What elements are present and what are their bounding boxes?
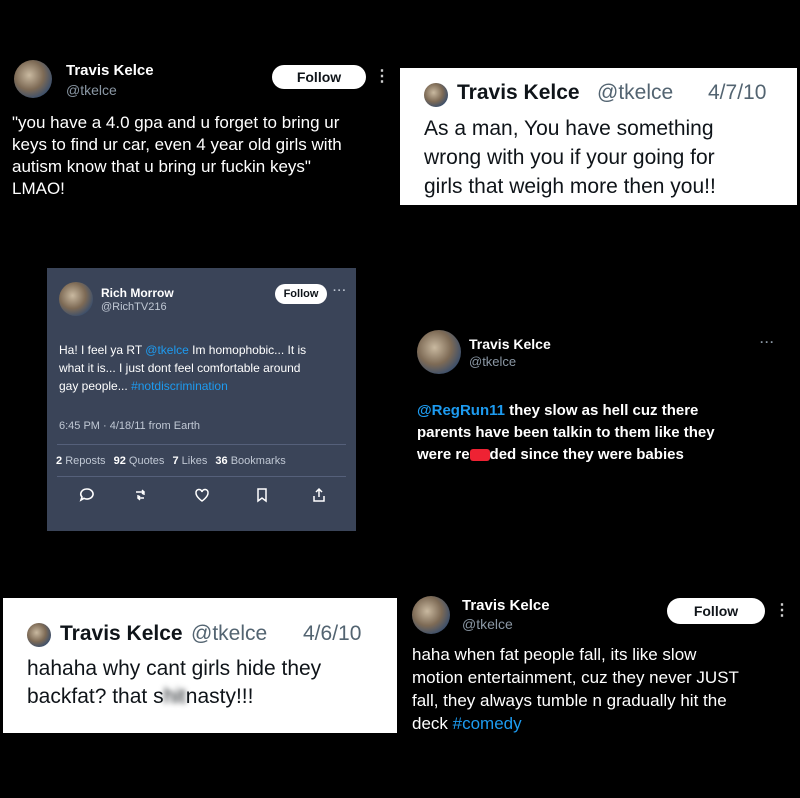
tweet-panel-3: Rich Morrow @RichTV216 Follow ··· Ha! I …: [47, 268, 356, 531]
author-name[interactable]: Rich Morrow: [101, 286, 174, 300]
follow-button[interactable]: Follow: [667, 598, 765, 624]
avatar[interactable]: [424, 83, 448, 107]
author-handle[interactable]: @tkelce: [597, 81, 673, 105]
avatar[interactable]: [14, 60, 52, 98]
more-options-icon[interactable]: ···: [333, 285, 347, 297]
author-handle[interactable]: @RichTV216: [101, 301, 167, 313]
more-options-icon[interactable]: ⋮: [774, 600, 791, 620]
stats-divider: [57, 476, 346, 477]
tweet-panel-6: Travis Kelce @tkelce Follow ⋮ haha when …: [400, 590, 797, 750]
stat-likes[interactable]: 7 Likes: [172, 455, 207, 467]
stat-count: 36: [215, 455, 228, 467]
author-name[interactable]: Travis Kelce: [60, 622, 183, 646]
blurred-word: hit: [163, 685, 186, 708]
like-icon[interactable]: [194, 487, 210, 503]
repost-icon[interactable]: [133, 487, 149, 503]
follow-button[interactable]: Follow: [275, 284, 327, 304]
reply-icon[interactable]: [79, 487, 95, 503]
author-handle[interactable]: @tkelce: [66, 82, 117, 98]
stat-label: Quotes: [128, 455, 165, 467]
tweet-panel-5: Travis Kelce @tkelce 4/6/10 hahaha why c…: [3, 598, 397, 733]
engagement-stats: 2 Reposts 92 Quotes 7 Likes 36 Bookmarks: [56, 455, 286, 467]
bookmark-icon[interactable]: [254, 487, 270, 503]
hashtag-link[interactable]: #notdiscrimination: [131, 379, 228, 393]
more-options-icon[interactable]: ⋮: [374, 66, 391, 86]
tweet-text: hahaha why cant girls hide they backfat?…: [27, 655, 393, 711]
tweet-text-part: ded since they were babies: [489, 446, 684, 463]
stat-count: 7: [172, 455, 179, 467]
stats-divider: [57, 444, 346, 445]
tweet-timestamp[interactable]: 6:45 PM · 4/18/11 from Earth: [59, 420, 200, 432]
avatar[interactable]: [27, 623, 51, 647]
author-handle[interactable]: @tkelce: [469, 354, 516, 369]
tweet-text: Ha! I feel ya RT @tkelce Im homophobic..…: [59, 341, 351, 395]
tweet-panel-1: Travis Kelce @tkelce Follow ⋮ "you have …: [0, 50, 395, 220]
stat-count: 2: [56, 455, 63, 467]
avatar[interactable]: [417, 330, 461, 374]
follow-button[interactable]: Follow: [272, 65, 366, 89]
tweet-text: As a man, You have something wrong with …: [424, 117, 716, 198]
stat-bookmarks[interactable]: 36 Bookmarks: [215, 455, 285, 467]
author-name[interactable]: Travis Kelce: [66, 62, 154, 79]
tweet-date[interactable]: 4/7/10: [708, 81, 766, 105]
share-icon[interactable]: [311, 487, 327, 503]
tweet-date[interactable]: 4/6/10: [303, 622, 361, 646]
stat-quotes[interactable]: 92 Quotes: [114, 455, 165, 467]
tweet-panel-2: Travis Kelce @tkelce 4/7/10 As a man, Yo…: [400, 68, 797, 205]
tweet-text: "you have a 4.0 gpa and u forget to brin…: [12, 113, 342, 198]
stat-label: Likes: [181, 455, 208, 467]
stat-label: Bookmarks: [230, 455, 286, 467]
author-handle[interactable]: @tkelce: [462, 616, 513, 632]
author-name[interactable]: Travis Kelce: [469, 336, 551, 352]
mention-link[interactable]: @RegRun11: [417, 402, 505, 419]
mention-link[interactable]: @tkelce: [145, 343, 189, 357]
stat-count: 92: [113, 455, 126, 467]
tweet-text: haha when fat people fall, its like slow…: [412, 643, 795, 735]
avatar[interactable]: [59, 282, 93, 316]
tweet-text: @RegRun11 they slow as hell cuz there pa…: [417, 400, 795, 466]
tweet-text-part: Ha! I feel ya RT: [59, 343, 146, 357]
author-name[interactable]: Travis Kelce: [462, 597, 550, 614]
tweet-panel-4: Travis Kelce @tkelce ··· @RegRun11 they …: [405, 318, 797, 478]
stat-label: Reposts: [65, 455, 106, 467]
avatar[interactable]: [412, 596, 450, 634]
author-name[interactable]: Travis Kelce: [457, 81, 580, 105]
hashtag-link[interactable]: #comedy: [453, 714, 522, 733]
stat-reposts[interactable]: 2 Reposts: [56, 455, 106, 467]
redaction-mark: [469, 449, 490, 462]
more-options-icon[interactable]: ···: [760, 335, 775, 349]
author-handle[interactable]: @tkelce: [191, 622, 267, 646]
tweet-text-part: nasty!!!: [185, 685, 254, 708]
